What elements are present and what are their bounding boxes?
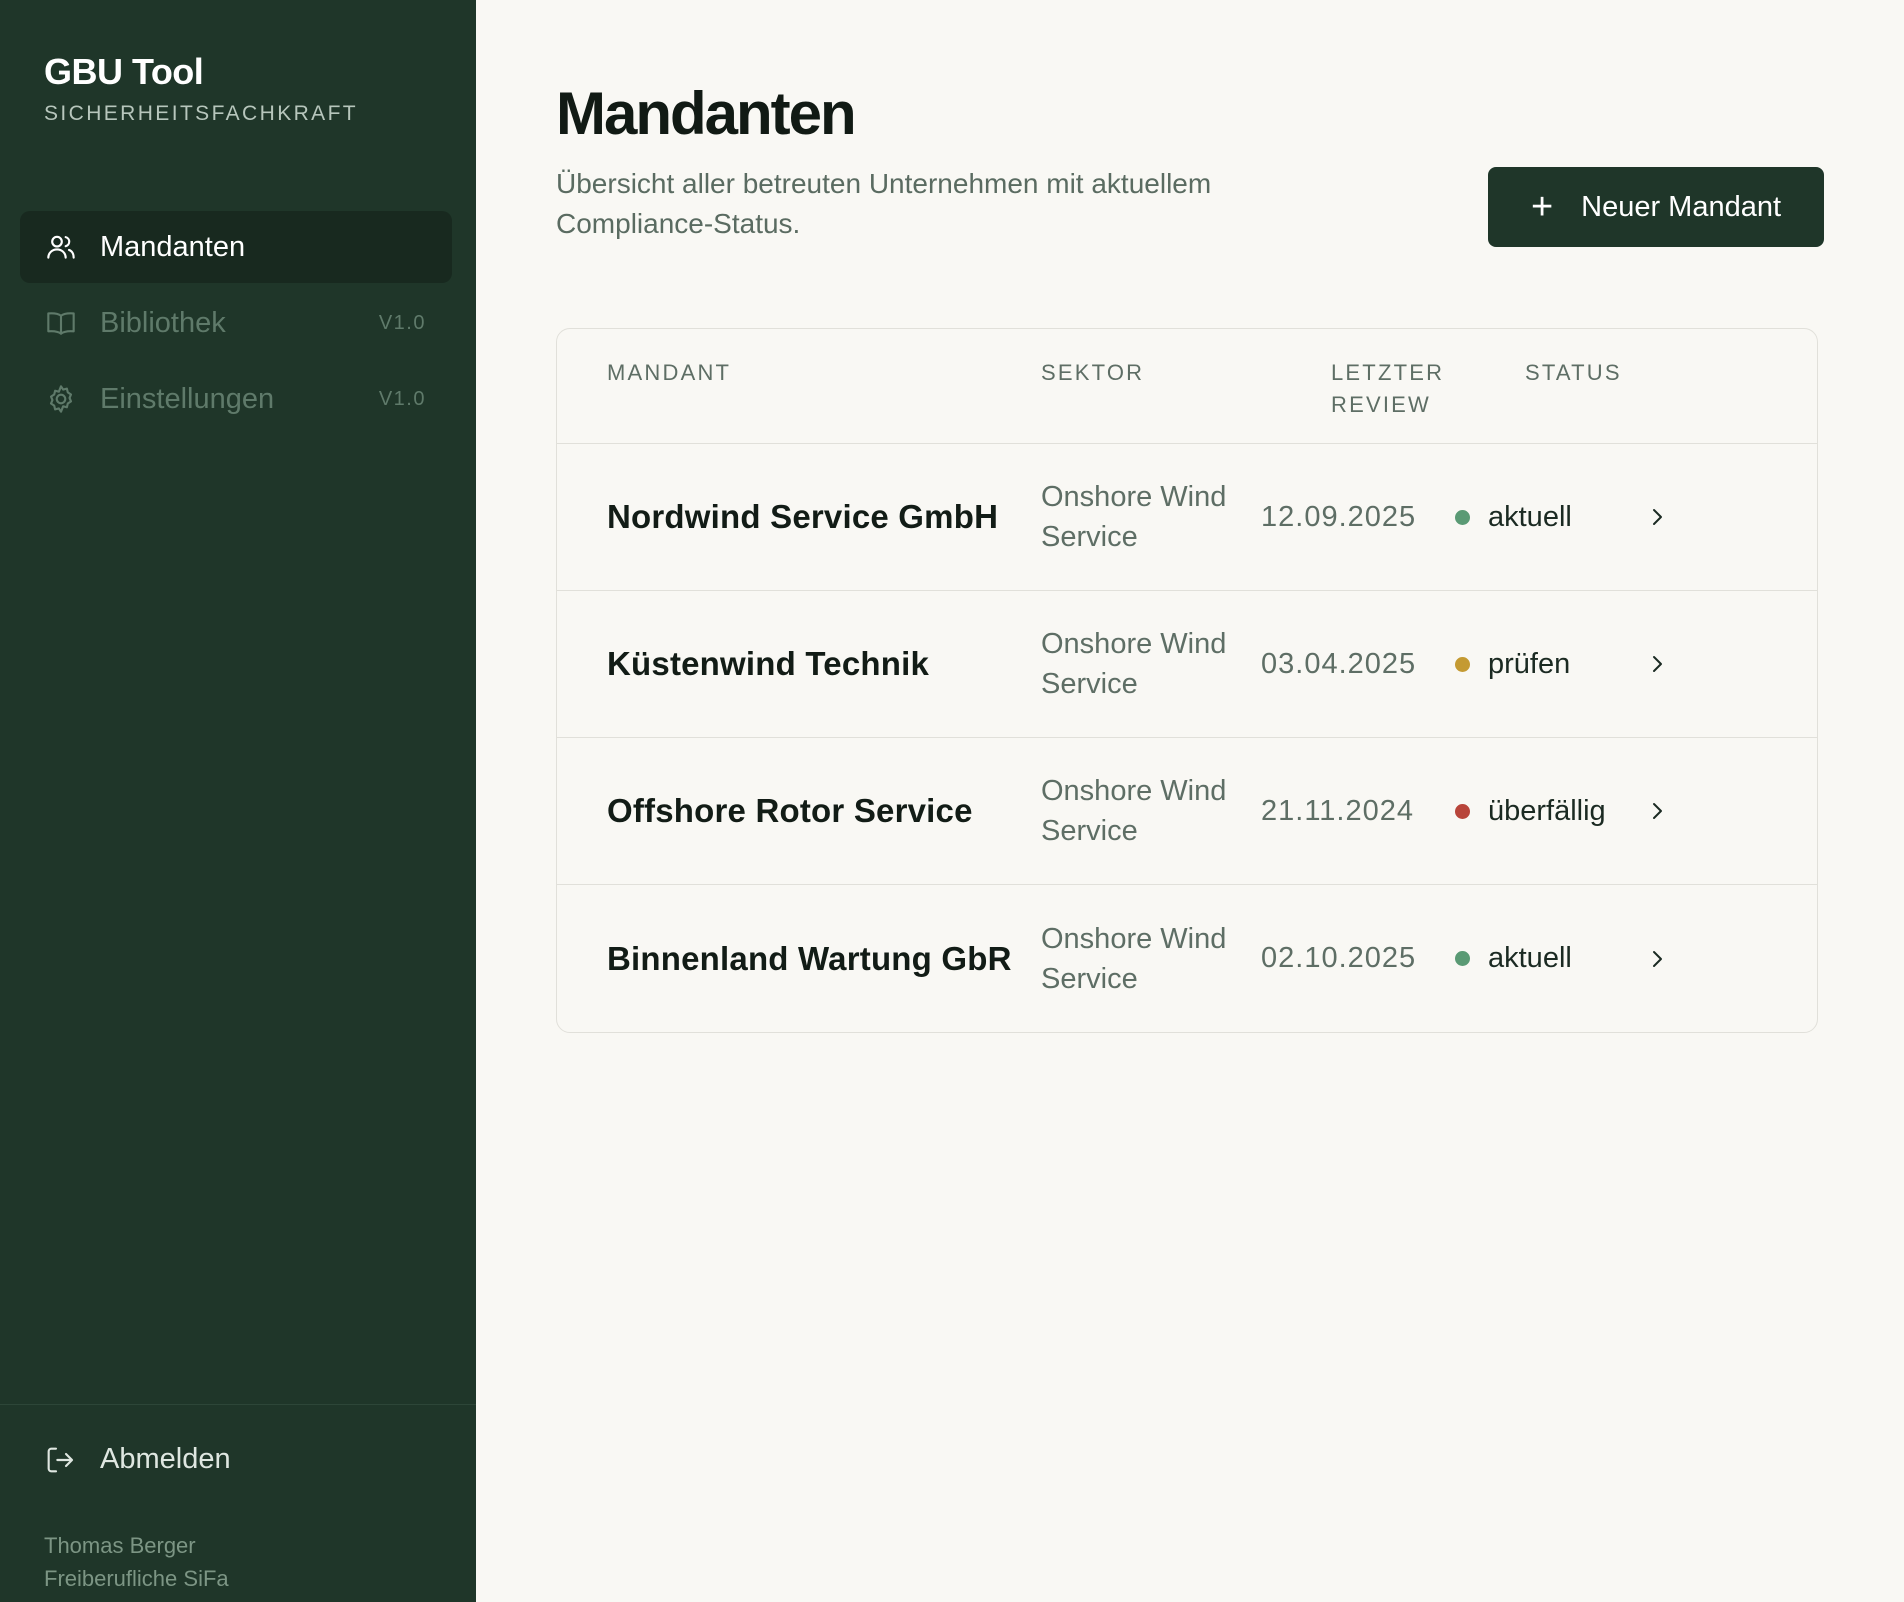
status-label: überfällig	[1488, 794, 1606, 827]
column-header-last-review: LETZTER REVIEW	[1331, 329, 1525, 443]
column-header-client: MANDANT	[607, 360, 732, 385]
sidebar-item-bibliothek[interactable]: Bibliothek V1.0	[20, 287, 452, 359]
client-sector: Onshore Wind Service	[1041, 919, 1261, 999]
new-client-button[interactable]: + Neuer Mandant	[1488, 167, 1824, 247]
client-sector-line2: Service	[1041, 668, 1138, 700]
sidebar-item-version: V1.0	[378, 311, 426, 334]
logout-icon	[47, 1447, 74, 1472]
sidebar-item-label: Bibliothek	[100, 306, 226, 339]
client-last-review: 21.11.2024	[1261, 794, 1414, 827]
client-sector: Onshore Wind Service	[1041, 624, 1261, 704]
sidebar-item-version: V1.0	[378, 387, 426, 410]
client-name: Küstenwind Technik	[607, 645, 930, 682]
client-sector-line2: Service	[1041, 815, 1138, 847]
main-content: Mandanten Übersicht aller betreuten Unte…	[476, 0, 1904, 1602]
table-row[interactable]: Offshore Rotor Service Onshore Wind Serv…	[557, 738, 1817, 885]
client-sector-line1: Onshore Wind	[1041, 922, 1227, 955]
status-dot	[1455, 803, 1470, 819]
client-sector-line2: Service	[1041, 521, 1138, 553]
client-sector: Onshore Wind Service	[1041, 771, 1261, 851]
client-sector-line1: Onshore Wind	[1041, 628, 1227, 660]
sidebar-footer: Abmelden Thomas Berger Freiberufliche Si…	[0, 1404, 476, 1602]
sidebar: GBU Tool SICHERHEITSFACHKRAFT Mandanten	[0, 0, 476, 1602]
status-label: aktuell	[1488, 500, 1572, 533]
status-dot	[1455, 509, 1470, 525]
user-info: Thomas Berger Freiberufliche SiFa	[44, 1529, 229, 1595]
chevron-right-icon[interactable]	[1645, 505, 1685, 529]
column-header-last-review-line1: LETZTER	[1331, 360, 1445, 385]
table-row[interactable]: Küstenwind Technik Onshore Wind Service …	[557, 591, 1817, 738]
page-title: Mandanten	[556, 80, 857, 147]
brand-subtitle: SICHERHEITSFACHKRAFT	[44, 102, 359, 125]
plus-icon: +	[1530, 186, 1554, 228]
chevron-right-icon[interactable]	[1645, 799, 1685, 823]
status-badge: überfällig	[1455, 795, 1645, 828]
table-header: MANDANT SEKTOR LETZTER REVIEW STATUS	[557, 329, 1817, 444]
chevron-right-icon[interactable]	[1645, 652, 1685, 676]
sidebar-nav: Mandanten Bibliothek V1.0 Einstellungen …	[20, 211, 452, 439]
brand: GBU Tool SICHERHEITSFACHKRAFT	[44, 48, 358, 126]
client-last-review: 02.10.2025	[1261, 942, 1417, 974]
table-row[interactable]: Nordwind Service GmbH Onshore Wind Servi…	[557, 444, 1817, 591]
status-badge: aktuell	[1455, 942, 1645, 975]
logout-button[interactable]: Abmelden	[44, 1443, 231, 1476]
client-sector-line1: Onshore Wind	[1041, 481, 1227, 513]
status-dot	[1455, 951, 1470, 966]
column-header-status: STATUS	[1525, 360, 1622, 385]
status-badge: aktuell	[1455, 501, 1645, 534]
brand-title: GBU Tool	[44, 51, 204, 92]
user-name: Thomas Berger	[44, 1533, 196, 1558]
client-sector-line2: Service	[1041, 962, 1138, 995]
logout-label: Abmelden	[100, 1443, 231, 1475]
status-dot	[1455, 656, 1470, 672]
sidebar-item-einstellungen[interactable]: Einstellungen V1.0	[20, 363, 452, 435]
status-label: prüfen	[1488, 647, 1571, 680]
page-description: Übersicht aller betreuten Unternehmen mi…	[556, 168, 1212, 239]
column-header-sector: SEKTOR	[1041, 360, 1145, 385]
client-name: Nordwind Service GmbH	[607, 498, 999, 535]
gear-icon	[44, 382, 78, 416]
book-icon	[44, 306, 78, 340]
client-name: Offshore Rotor Service	[607, 792, 973, 829]
chevron-right-icon[interactable]	[1645, 947, 1685, 971]
status-badge: prüfen	[1455, 648, 1645, 681]
client-last-review: 12.09.2025	[1261, 500, 1417, 533]
table-row[interactable]: Binnenland Wartung GbR Onshore Wind Serv…	[557, 885, 1817, 1032]
client-sector-line1: Onshore Wind	[1041, 775, 1227, 807]
users-icon	[44, 230, 78, 264]
column-header-last-review-line2: REVIEW	[1331, 392, 1431, 417]
sidebar-item-label: Einstellungen	[100, 382, 275, 415]
new-client-button-label: Neuer Mandant	[1581, 190, 1782, 223]
client-last-review: 03.04.2025	[1261, 647, 1417, 680]
user-role: Freiberufliche SiFa	[44, 1566, 229, 1591]
client-sector: Onshore Wind Service	[1041, 477, 1261, 557]
clients-table: MANDANT SEKTOR LETZTER REVIEW STATUS Nor…	[556, 328, 1818, 1033]
sidebar-item-mandanten[interactable]: Mandanten	[20, 211, 452, 283]
client-name: Binnenland Wartung GbR	[607, 939, 1012, 977]
sidebar-item-label: Mandanten	[100, 230, 246, 263]
status-label: aktuell	[1488, 942, 1572, 974]
app: GBU Tool SICHERHEITSFACHKRAFT Mandanten	[0, 0, 1904, 1602]
column-header-action	[1715, 329, 1755, 443]
